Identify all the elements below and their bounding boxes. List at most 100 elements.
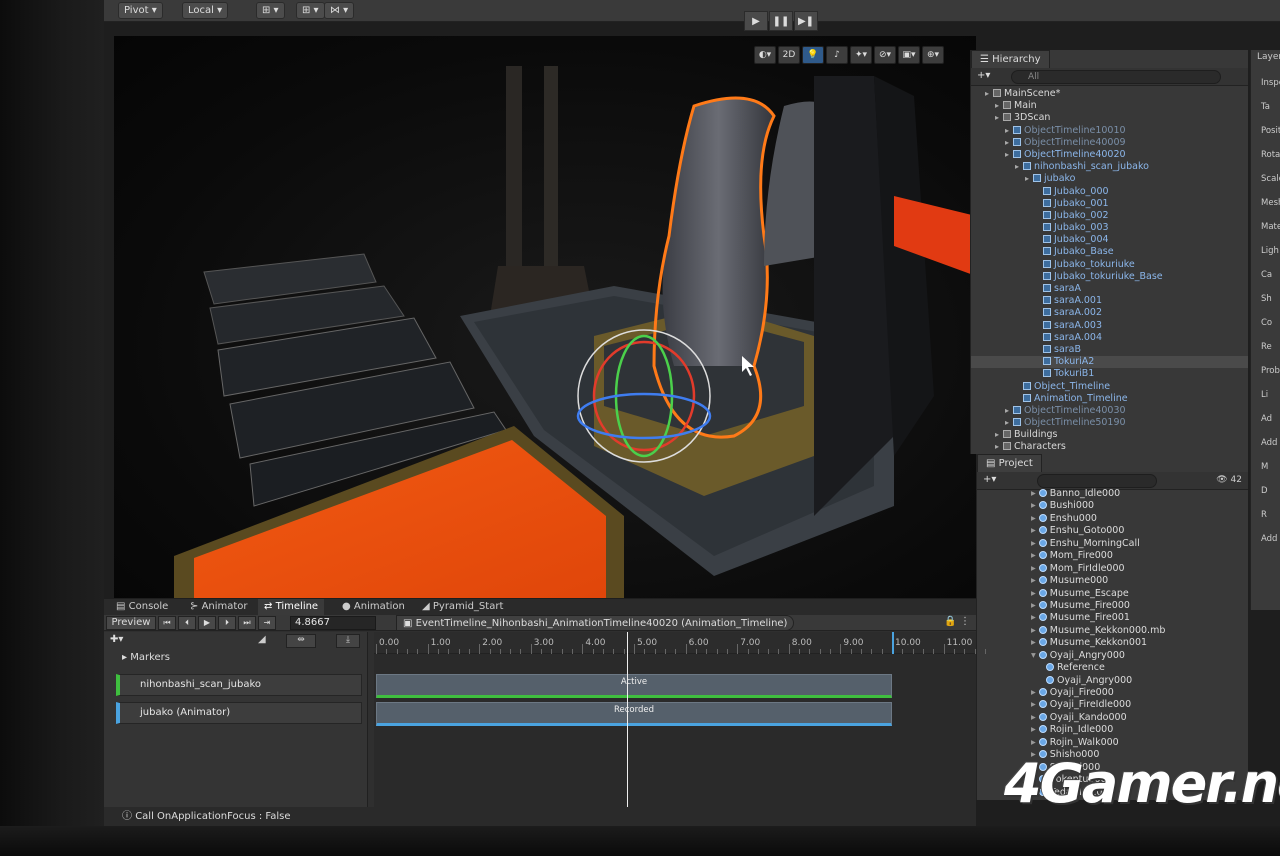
expand-arrow-icon[interactable]: ▸ xyxy=(995,112,1003,124)
curves-toggle[interactable]: ⇹ xyxy=(286,634,316,648)
hierarchy-item[interactable]: Jubako_001 xyxy=(971,198,1248,210)
collapsed-arrow-icon[interactable]: ▸ xyxy=(1031,563,1036,574)
hierarchy-item[interactable]: ▸ nihonbashi_scan_jubako xyxy=(971,161,1248,173)
project-item[interactable]: ▸ Musume_Fire000 xyxy=(977,600,1248,612)
expand-arrow-icon[interactable]: ▸ xyxy=(1005,149,1013,161)
tab-timeline[interactable]: ⇄ Timeline xyxy=(258,599,325,615)
markers-row[interactable]: ▸ Markers xyxy=(122,652,170,663)
project-item[interactable]: ▸ Banno_Idle000 xyxy=(977,488,1248,500)
hierarchy-item[interactable]: saraA.001 xyxy=(971,295,1248,307)
inspector-row[interactable]: Li xyxy=(1261,390,1268,400)
collapsed-arrow-icon[interactable]: ▸ xyxy=(1031,525,1036,536)
add-icon[interactable]: +▾ xyxy=(977,70,990,81)
hierarchy-item[interactable]: Object_Timeline xyxy=(971,381,1248,393)
grid-settings-button[interactable]: ⋈ ▾ xyxy=(324,2,355,19)
playhead[interactable] xyxy=(627,632,629,807)
project-item[interactable]: ▸ Rojin_Walk000 xyxy=(977,737,1248,749)
collapsed-arrow-icon[interactable]: ▸ xyxy=(1031,550,1036,561)
zoom-slider[interactable]: ◢ xyxy=(258,634,266,645)
project-item[interactable]: ▸ Oyaji_Fire000 xyxy=(977,687,1248,699)
inspector-row[interactable]: Add xyxy=(1261,438,1277,448)
pause-button[interactable]: ❚❚ xyxy=(769,11,793,31)
hierarchy-tab[interactable]: ☰ Hierarchy xyxy=(971,50,1050,68)
project-item[interactable]: ▸ Musume_Escape xyxy=(977,588,1248,600)
project-item[interactable]: ▸ Rojin_Idle000 xyxy=(977,724,1248,736)
inspector-row[interactable]: Mate xyxy=(1261,222,1280,232)
prev-frame-button[interactable]: ⏴ xyxy=(178,616,196,630)
collapsed-arrow-icon[interactable]: ▸ xyxy=(1031,712,1036,723)
collapsed-arrow-icon[interactable]: ▸ xyxy=(1031,500,1036,511)
lighting-toggle[interactable]: 💡 xyxy=(802,46,824,64)
draw-mode-button[interactable]: ◐▾ xyxy=(754,46,776,64)
preview-button[interactable]: Preview xyxy=(106,616,156,630)
project-item[interactable]: ▸ Mom_Fire000 xyxy=(977,550,1248,562)
tab-animator[interactable]: ⊱ Animator xyxy=(184,599,254,615)
hierarchy-item[interactable]: TokuriA2 xyxy=(971,356,1248,369)
hierarchy-item[interactable]: ▸ Main xyxy=(971,100,1248,112)
snap-grid-button[interactable]: ⊞ ▾ xyxy=(256,2,285,19)
collapsed-arrow-icon[interactable]: ▸ xyxy=(1031,538,1036,549)
inspector-row[interactable]: Mesh xyxy=(1261,198,1280,208)
collapsed-arrow-icon[interactable]: ▸ xyxy=(1031,637,1036,648)
tab-console[interactable]: ▤ Console xyxy=(110,599,174,615)
local-toggle[interactable]: Local ▾ xyxy=(182,2,229,19)
inspector-row[interactable]: Inspe xyxy=(1261,78,1280,88)
timeline-clip[interactable]: Active xyxy=(376,674,892,698)
project-item[interactable]: Oyaji_Angry000 xyxy=(977,675,1248,687)
inspector-row[interactable]: Sh xyxy=(1261,294,1272,304)
inspector-row[interactable]: Ad xyxy=(1261,414,1272,424)
hierarchy-item[interactable]: Animation_Timeline xyxy=(971,393,1248,405)
collapsed-arrow-icon[interactable]: ▸ xyxy=(1031,699,1036,710)
collapsed-arrow-icon[interactable]: ▸ xyxy=(1031,600,1036,611)
project-item[interactable]: ▾ Oyaji_Angry000 xyxy=(977,650,1248,662)
inspector-row[interactable]: Add xyxy=(1261,534,1277,544)
inspector-row[interactable]: R xyxy=(1261,510,1267,520)
hierarchy-item[interactable]: Jubako_004 xyxy=(971,234,1248,246)
project-item[interactable]: Reference xyxy=(977,662,1248,674)
hierarchy-item[interactable]: ▸ Characters xyxy=(971,441,1248,453)
play-button[interactable]: ▶ xyxy=(744,11,768,31)
project-item[interactable]: ▸ Musume_Fire001 xyxy=(977,612,1248,624)
tab-pyramid-start[interactable]: ◢ Pyramid_Start xyxy=(416,599,509,615)
timeline-ruler[interactable]: 0.00 1.00 2.00 3.00 4.00 5.00 6.00 7.00 8.00 9.00… xyxy=(374,632,986,654)
hierarchy-item[interactable]: Jubako_002 xyxy=(971,210,1248,222)
inspector-row[interactable]: D xyxy=(1261,486,1268,496)
hierarchy-item[interactable]: ▸ Buildings xyxy=(971,429,1248,441)
collapsed-arrow-icon[interactable]: ▸ xyxy=(1031,724,1036,735)
next-frame-button[interactable]: ⏵ xyxy=(218,616,236,630)
project-item[interactable]: ▸ Oyaji_FireIdle000 xyxy=(977,699,1248,711)
track-header[interactable]: nihonbashi_scan_jubako xyxy=(116,674,362,696)
timeline-asset-breadcrumb[interactable]: ▣ EventTimeline_Nihonbashi_AnimationTime… xyxy=(396,615,795,631)
lock-icon[interactable]: 🔒 ⋮ xyxy=(944,616,970,627)
timeline-clip[interactable]: Recorded xyxy=(376,702,892,726)
hierarchy-item[interactable]: ▸ ObjectTimeline10010 xyxy=(971,125,1248,137)
expand-arrow-icon[interactable]: ▸ xyxy=(985,88,993,100)
scene-view[interactable] xyxy=(114,36,976,598)
hierarchy-item[interactable]: ▸ ObjectTimeline40009 xyxy=(971,137,1248,149)
hierarchy-item[interactable]: ▸ ObjectTimeline40030 xyxy=(971,405,1248,417)
project-item[interactable]: ▸ Enshu_Goto000 xyxy=(977,525,1248,537)
inspector-row[interactable]: Positio xyxy=(1261,126,1280,136)
collapsed-arrow-icon[interactable]: ▸ xyxy=(1031,575,1036,586)
inspector-row[interactable]: Co xyxy=(1261,318,1272,328)
collapsed-arrow-icon[interactable]: ▸ xyxy=(1031,612,1036,623)
project-item[interactable]: ▸ Mom_FirIdle000 xyxy=(977,563,1248,575)
collapsed-arrow-icon[interactable]: ▸ xyxy=(1031,588,1036,599)
hierarchy-item[interactable]: Jubako_tokuriuke_Base xyxy=(971,271,1248,283)
expand-arrow-icon[interactable]: ▸ xyxy=(1005,137,1013,149)
project-item[interactable]: ▸ Enshu_MorningCall xyxy=(977,538,1248,550)
hierarchy-item[interactable]: Jubako_Base xyxy=(971,246,1248,258)
collapsed-arrow-icon[interactable]: ▸ xyxy=(1031,687,1036,698)
collapsed-arrow-icon[interactable]: ▸ xyxy=(1031,737,1036,748)
create-icon[interactable]: +▾ xyxy=(983,474,996,485)
pin-button[interactable]: ⤓ xyxy=(336,634,360,648)
tab-animation[interactable]: ● Animation xyxy=(336,599,411,615)
expand-arrow-icon[interactable]: ▸ xyxy=(995,100,1003,112)
hierarchy-item[interactable]: saraA xyxy=(971,283,1248,295)
snap-increment-button[interactable]: ⊞ ▾ xyxy=(296,2,325,19)
add-track-button[interactable]: ✚▾ xyxy=(110,634,123,645)
inspector-row[interactable]: Prob xyxy=(1261,366,1280,376)
audio-toggle[interactable]: ♪ xyxy=(826,46,848,64)
camera-settings[interactable]: ▣▾ xyxy=(898,46,920,64)
loop-button[interactable]: ⇥ xyxy=(258,616,276,630)
